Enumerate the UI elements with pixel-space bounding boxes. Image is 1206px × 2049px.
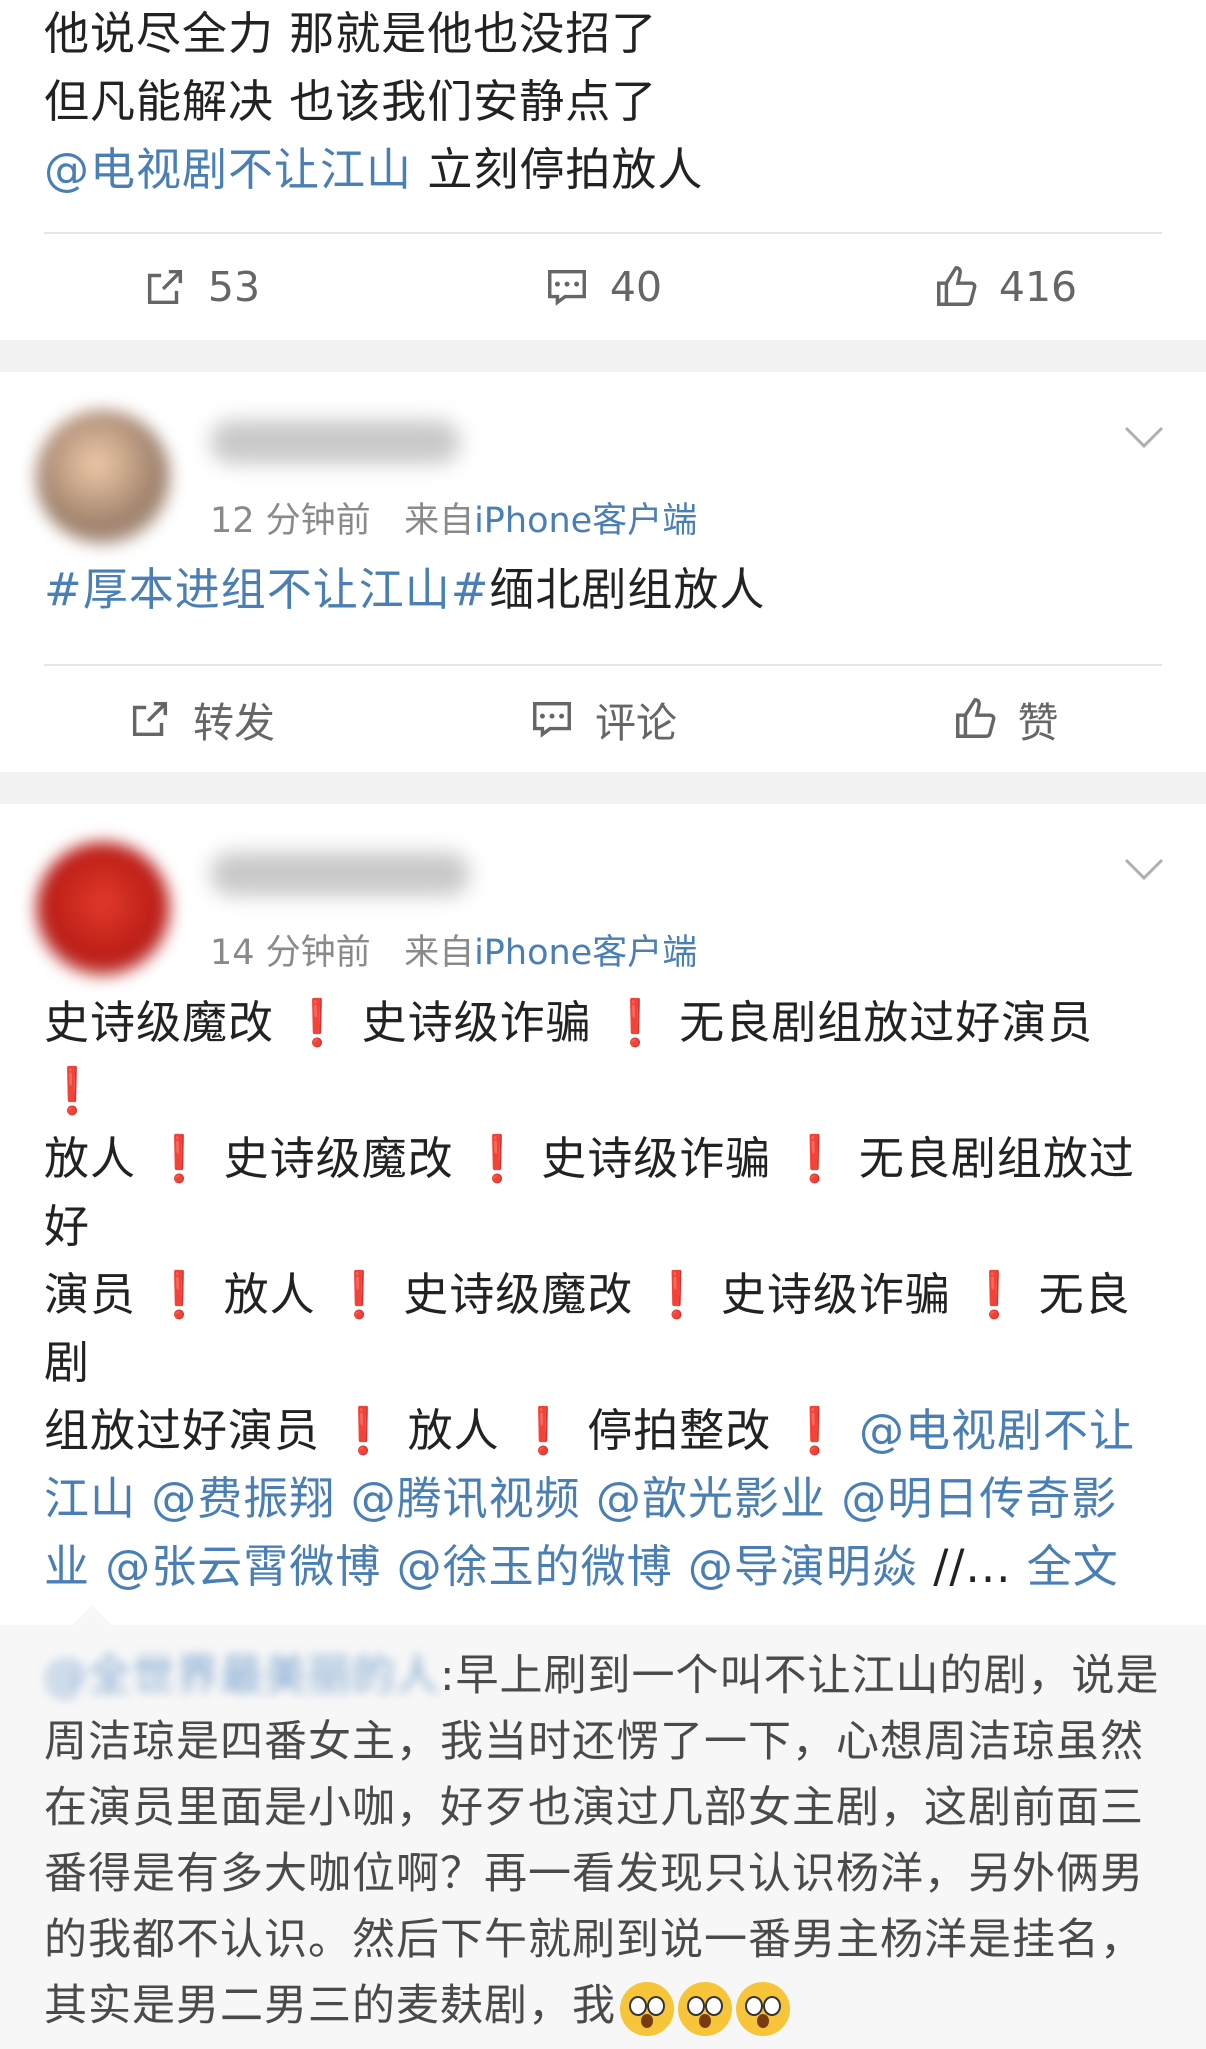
post-text: 缅北剧组放人 — [489, 563, 766, 616]
post-body: #厚本进组不让江山#缅北剧组放人 — [0, 542, 1206, 624]
post-header: 14 分钟前 来自iPhone客户端 — [0, 804, 1206, 979]
post-line: 放人 ❗ 史诗级魔改 ❗ 史诗级诈骗 ❗ 无良剧组放过好 — [44, 1125, 1162, 1261]
repost-icon — [147, 269, 182, 305]
exclamation-icon: ❗ — [514, 1404, 572, 1457]
post-meta: 12 分钟前 来自iPhone客户端 — [210, 492, 697, 543]
post-body: 他说尽全力 那就是他也没招了 但凡能解决 也该我们安静点了 @电视剧不让江山 立… — [0, 0, 1206, 204]
section-gap — [0, 772, 1206, 804]
exclamation-icon: ❗ — [468, 1132, 526, 1185]
post-text: 放人 — [208, 1268, 331, 1321]
repost-icon — [132, 701, 168, 737]
exclamation-icon: ❗ — [330, 1268, 388, 1321]
post-card-2: 12 分钟前 来自iPhone客户端 #厚本进组不让江山#缅北剧组放人 转发 评… — [0, 372, 1206, 772]
like-button[interactable]: 赞 — [804, 689, 1206, 749]
like-count: 416 — [998, 263, 1078, 311]
action-bar: 转发 评论 赞 — [0, 666, 1206, 772]
exclamation-icon: ❗ — [606, 996, 664, 1049]
action-bar: 53 40 416 — [0, 234, 1206, 340]
exclamation-icon: ❗ — [786, 1132, 844, 1185]
post-text: 放人 — [44, 1132, 152, 1185]
full-text-link[interactable]: 全文 — [1027, 1540, 1119, 1593]
post-line: 史诗级魔改 ❗ 史诗级诈骗 ❗ 无良剧组放过好演员 ❗ — [44, 989, 1162, 1125]
post-source[interactable]: iPhone客户端 — [474, 933, 697, 973]
astonished-emoji-icon — [736, 1981, 790, 2036]
chevron-down-icon[interactable] — [1122, 422, 1166, 452]
repost-count: 53 — [207, 263, 261, 311]
post-text: 立刻停拍放人 — [412, 143, 704, 196]
comment-count: 40 — [609, 263, 663, 311]
exclamation-icon: ❗ — [648, 1268, 706, 1321]
post-text: 放人 — [392, 1404, 515, 1457]
post-text: 组放过好演员 — [44, 1404, 336, 1457]
repost-button[interactable]: 53 — [0, 263, 402, 311]
post-text: 史诗级魔改 — [387, 1268, 649, 1321]
post-text: 史诗级诈骗 — [525, 1132, 787, 1185]
exclamation-icon: ❗ — [335, 1404, 393, 1457]
username-blurred[interactable] — [210, 420, 460, 464]
quoted-username[interactable]: @全世界最美丽的人 — [44, 1643, 440, 1709]
thumbs-up-icon — [936, 266, 977, 306]
post-from: 来自 — [404, 501, 475, 541]
post-text: 史诗级诈骗 — [346, 996, 607, 1049]
repost-button[interactable]: 转发 — [0, 689, 402, 749]
post-text: 史诗级诈骗 — [705, 1268, 967, 1321]
post-line: 组放过好演员 ❗ 放人 ❗ 停拍整改 ❗ @电视剧不让江山 @费振翔 @腾讯视频… — [44, 1397, 1162, 1601]
avatar[interactable] — [36, 842, 170, 976]
post-meta: 14 分钟前 来自iPhone客户端 — [210, 924, 697, 975]
exclamation-icon: ❗ — [44, 1064, 102, 1117]
comment-label: 评论 — [595, 699, 677, 747]
like-label: 赞 — [1017, 699, 1059, 747]
post-text: 演员 — [44, 1268, 152, 1321]
mention-link[interactable]: @电视剧不让江山 — [44, 143, 412, 196]
exclamation-icon: ❗ — [151, 1132, 209, 1185]
comment-icon — [547, 269, 586, 306]
quoted-post[interactable]: @全世界最美丽的人:早上刷到一个叫不让江山的剧，说是周洁琼是四番女主，我当时还愣… — [0, 1605, 1206, 2049]
avatar[interactable] — [36, 410, 170, 544]
post-source[interactable]: iPhone客户端 — [474, 501, 697, 541]
post-card-1: 他说尽全力 那就是他也没招了 但凡能解决 也该我们安静点了 @电视剧不让江山 立… — [0, 0, 1206, 340]
hashtag-link[interactable]: #厚本进组不让江山# — [44, 563, 489, 616]
repost-label: 转发 — [193, 699, 275, 747]
exclamation-icon: ❗ — [151, 1268, 209, 1321]
comment-icon — [533, 701, 571, 738]
post-time: 12 分钟前 — [210, 501, 371, 541]
exclamation-icon: ❗ — [966, 1268, 1024, 1321]
quote-notch — [70, 1605, 114, 1627]
post-text: 史诗级魔改 — [44, 996, 290, 1049]
post-header: 12 分钟前 来自iPhone客户端 — [0, 372, 1206, 544]
post-line: 他说尽全力 那就是他也没招了 — [44, 7, 658, 60]
post-line: @电视剧不让江山 立刻停拍放人 — [44, 136, 1162, 204]
ellipsis: //... — [917, 1540, 1027, 1593]
astonished-emoji-icon — [620, 1981, 674, 2036]
quoted-text: @全世界最美丽的人:早上刷到一个叫不让江山的剧，说是周洁琼是四番女主，我当时还愣… — [0, 1643, 1206, 2039]
post-text: 无良剧组放过好演员 — [663, 996, 1094, 1049]
username-blurred[interactable] — [210, 852, 470, 896]
post-time: 14 分钟前 — [210, 933, 371, 973]
comment-button[interactable]: 40 — [402, 263, 804, 311]
post-body: 史诗级魔改 ❗ 史诗级诈骗 ❗ 无良剧组放过好演员 ❗ 放人 ❗ 史诗级魔改 ❗… — [0, 979, 1206, 1601]
post-text: 史诗级魔改 — [208, 1132, 469, 1185]
exclamation-icon: ❗ — [289, 996, 347, 1049]
like-button[interactable]: 416 — [804, 263, 1206, 311]
astonished-emoji-icon — [678, 1981, 732, 2036]
comment-button[interactable]: 评论 — [402, 689, 804, 749]
exclamation-icon: ❗ — [786, 1404, 844, 1457]
post-text: 停拍整改 — [571, 1404, 787, 1457]
thumbs-up-icon — [955, 698, 995, 738]
chevron-down-icon[interactable] — [1122, 854, 1166, 884]
post-line: 演员 ❗ 放人 ❗ 史诗级魔改 ❗ 史诗级诈骗 ❗ 无良剧 — [44, 1261, 1162, 1397]
post-card-3: 14 分钟前 来自iPhone客户端 史诗级魔改 ❗ 史诗级诈骗 ❗ 无良剧组放… — [0, 804, 1206, 2049]
post-from: 来自 — [404, 933, 475, 973]
section-gap — [0, 340, 1206, 372]
post-line: 但凡能解决 也该我们安静点了 — [44, 75, 658, 128]
